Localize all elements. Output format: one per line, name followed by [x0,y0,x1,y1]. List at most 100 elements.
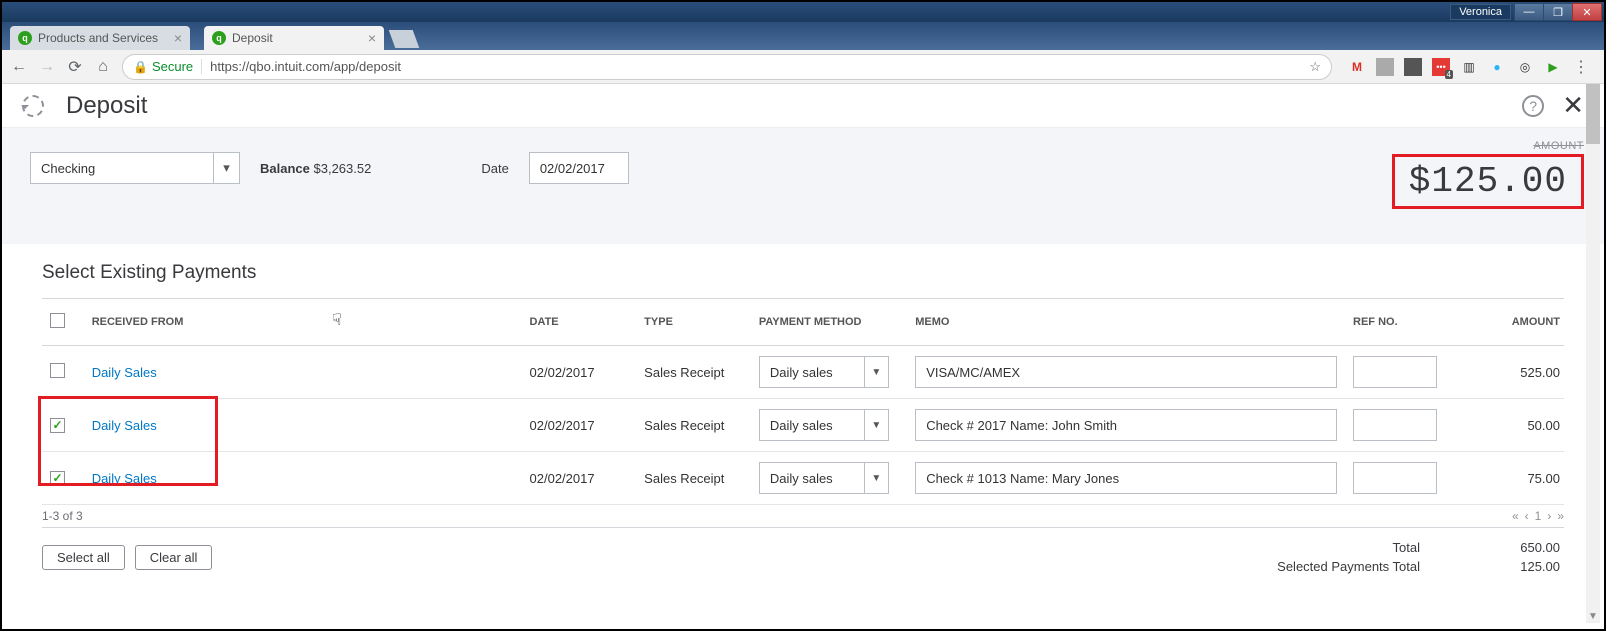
ref-no-input[interactable] [1353,462,1437,494]
tab-title: Deposit [232,31,273,45]
header-checkbox-cell [42,299,84,346]
ref-no-input[interactable] [1353,356,1437,388]
received-from-link[interactable]: Daily Sales [92,365,157,380]
scroll-down-icon[interactable]: ▼ [1586,609,1600,623]
vertical-scrollbar[interactable]: ▲ ▼ [1586,84,1600,623]
pager-page[interactable]: 1 [1535,509,1542,523]
row-amount: 50.00 [1460,399,1564,452]
bookmark-star-icon[interactable]: ☆ [1309,59,1321,75]
pager: « ‹ 1 › » [1512,509,1564,523]
forward-button[interactable]: → [38,58,56,76]
col-date[interactable]: DATE [522,299,637,346]
row-type: Sales Receipt [636,346,751,399]
amount-block: AMOUNT $125.00 [1392,140,1584,209]
payments-table: RECEIVED FROM DATE TYPE PAYMENT METHOD M… [42,298,1564,505]
memo-input[interactable]: Check # 1013 Name: Mary Jones [915,462,1337,494]
ext-icon-1[interactable] [1376,58,1394,76]
history-icon[interactable] [22,95,44,117]
scrollbar-thumb[interactable] [1586,84,1600,144]
range-text: 1-3 of 3 [42,509,83,523]
home-button[interactable]: ⌂ [94,58,112,76]
row-amount: 75.00 [1460,452,1564,505]
secure-label: Secure [152,59,202,74]
window-minimize-button[interactable]: — [1514,3,1544,21]
account-select[interactable]: Checking ▾ [30,152,240,184]
window-titlebar: Veronica — ❐ ✕ [2,2,1604,22]
payment-method-select[interactable]: Daily sales▼ [759,462,889,494]
payment-method-select[interactable]: Daily sales▼ [759,409,889,441]
help-icon[interactable]: ? [1522,95,1544,117]
row-date: 02/02/2017 [522,399,637,452]
browser-tabstrip: q Products and Services × q Deposit × [2,22,1604,50]
date-value: 02/02/2017 [540,161,605,176]
chevron-down-icon: ▼ [864,410,888,440]
row-amount: 525.00 [1460,346,1564,399]
date-input[interactable]: 02/02/2017 [529,152,629,184]
tab-close-icon[interactable]: × [360,30,376,46]
table-row: Daily Sales 02/02/2017 Sales Receipt Dai… [42,452,1564,505]
back-button[interactable]: ← [10,58,28,76]
total-value: 650.00 [1480,540,1560,555]
col-payment-method[interactable]: PAYMENT METHOD [751,299,907,346]
page-header: Deposit ? ✕ [2,84,1604,128]
ext-icon-4[interactable]: ● [1488,58,1506,76]
url-text: https://qbo.intuit.com/app/deposit [210,59,401,74]
pager-last-icon[interactable]: » [1557,509,1564,523]
gmail-ext-icon[interactable]: M [1348,58,1366,76]
selected-total-value: 125.00 [1480,559,1560,574]
row-checkbox[interactable] [50,363,65,378]
chevron-down-icon: ▼ [864,463,888,493]
ref-no-input[interactable] [1353,409,1437,441]
chrome-menu-icon[interactable]: ⋮ [1572,58,1590,76]
address-bar[interactable]: 🔒 Secure https://qbo.intuit.com/app/depo… [122,54,1332,80]
browser-tab-products[interactable]: q Products and Services × [10,26,190,50]
tab-close-icon[interactable]: × [166,30,182,46]
row-date: 02/02/2017 [522,452,637,505]
ext-icon-3[interactable]: ▥ [1460,58,1478,76]
qb-favicon-icon: q [212,31,226,45]
row-date: 02/02/2017 [522,346,637,399]
window-maximize-button[interactable]: ❐ [1543,3,1573,21]
row-checkbox[interactable] [50,418,65,433]
memo-input[interactable]: Check # 2017 Name: John Smith [915,409,1337,441]
close-panel-icon[interactable]: ✕ [1562,90,1584,121]
pager-next-icon[interactable]: › [1547,509,1551,523]
col-type[interactable]: TYPE [636,299,751,346]
col-amount[interactable]: AMOUNT [1460,299,1564,346]
new-tab-button[interactable] [389,30,420,48]
section-title: Select Existing Payments [42,262,1564,284]
row-type: Sales Receipt [636,399,751,452]
table-header-row: RECEIVED FROM DATE TYPE PAYMENT METHOD M… [42,299,1564,346]
payment-method-select[interactable]: Daily sales▼ [759,356,889,388]
received-from-link[interactable]: Daily Sales [92,471,157,486]
extension-icons: M ••• ▥ ● ◎ ▶ ⋮ [1342,58,1596,76]
col-received-from[interactable]: RECEIVED FROM [84,299,522,346]
col-memo[interactable]: MEMO [907,299,1345,346]
browser-toolbar: ← → ⟳ ⌂ 🔒 Secure https://qbo.intuit.com/… [2,50,1604,84]
browser-tab-deposit[interactable]: q Deposit × [204,26,384,50]
clear-all-button[interactable]: Clear all [135,545,213,570]
pager-prev-icon[interactable]: ‹ [1525,509,1529,523]
table-row: Daily Sales 02/02/2017 Sales Receipt Dai… [42,346,1564,399]
col-ref-no[interactable]: REF NO. [1345,299,1460,346]
received-from-link[interactable]: Daily Sales [92,418,157,433]
ext-icon-2[interactable] [1404,58,1422,76]
amount-label: AMOUNT [1392,140,1584,152]
window-close-button[interactable]: ✕ [1572,3,1602,21]
window-user-label: Veronica [1450,4,1511,20]
reload-button[interactable]: ⟳ [66,57,84,77]
lock-icon: 🔒 [133,60,148,74]
row-type: Sales Receipt [636,452,751,505]
pager-first-icon[interactable]: « [1512,509,1519,523]
chevron-down-icon: ▼ [864,357,888,387]
select-all-button[interactable]: Select all [42,545,125,570]
lastpass-ext-icon[interactable]: ••• [1432,58,1450,76]
ext-icon-6[interactable]: ▶ [1544,58,1562,76]
row-checkbox[interactable] [50,471,65,486]
ext-icon-5[interactable]: ◎ [1516,58,1534,76]
table-actions-row: Select all Clear all Total 650.00 Select… [42,528,1564,586]
select-all-checkbox[interactable] [50,313,65,328]
balance-value: $3,263.52 [314,161,372,176]
existing-payments-section: Select Existing Payments RECEIVED FROM D… [2,244,1604,586]
memo-input[interactable]: VISA/MC/AMEX [915,356,1337,388]
